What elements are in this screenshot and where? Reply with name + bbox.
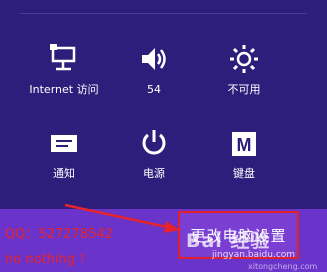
keyboard-icon: M [204,118,284,158]
watermark-text: Bai 经验 [186,230,271,252]
watermark-url-2: xitongcheng.com [248,262,318,271]
tile-label: 电源 [143,167,165,180]
annotation-note: no nothing ！ [5,252,93,267]
svg-text:M: M [237,135,252,155]
power-icon [114,118,194,158]
tile-label: 通知 [53,167,75,180]
tile-label: 54 [147,83,161,96]
tile-network[interactable]: Internet 访问 [24,34,104,96]
tile-label: 不可用 [227,83,261,96]
settings-panel: Internet 访问 54 不可用 通知 电源 M 键盘 更改电脑设置 Bai… [0,0,327,272]
notifications-icon [24,118,104,158]
panel-top [0,0,327,16]
tile-power[interactable]: 电源 [114,118,194,180]
brightness-icon [204,34,284,74]
tile-label: Internet 访问 [29,83,99,96]
tile-brightness[interactable]: 不可用 [204,34,284,96]
annotation-qq: QQ：527278542 [5,227,113,242]
watermark-url: jingyan.baidu.com [212,250,296,260]
tile-notifications[interactable]: 通知 [24,118,104,180]
divider [20,13,307,14]
tile-label: 键盘 [233,167,255,180]
network-icon [24,34,104,74]
speaker-volume-icon [114,34,194,74]
tile-keyboard[interactable]: M 键盘 [204,118,284,180]
tile-volume[interactable]: 54 [114,34,194,96]
